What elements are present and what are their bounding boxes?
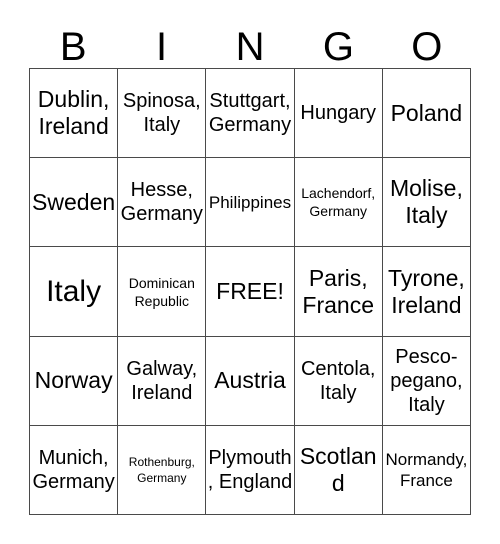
bingo-cell-label: Italy [46,275,102,308]
bingo-row: Norway Galway, Ireland Austria Centola, … [30,336,472,426]
bingo-cell[interactable]: Hungary [294,69,383,159]
bingo-cell-label: Molise, Italy [389,175,463,229]
bingo-cell[interactable]: Dublin, Ireland [30,69,119,159]
bingo-cell-free[interactable]: FREE! [206,247,295,337]
bingo-cell-label: Paris, France [302,264,374,318]
bingo-cell-label: Philippines [208,192,292,212]
bingo-cell[interactable]: Spinosa, Italy [118,69,207,159]
bingo-cell[interactable]: Centola, Italy [294,336,383,426]
bingo-cell[interactable]: Scotland [294,425,383,516]
bingo-cell-label: Hesse, Germany [120,179,203,226]
bingo-cell-label: Galway, Ireland [126,357,198,404]
bingo-cell[interactable]: Plymouth, England [206,425,295,516]
bingo-cell[interactable]: Hesse, Germany [118,158,207,248]
bingo-cell-label: Plymouth, England [207,446,293,493]
bingo-cell[interactable]: Stuttgart, Germany [206,69,295,159]
bingo-cell-label: Spinosa, Italy [122,90,201,137]
bingo-cell-label: Hungary [300,102,377,125]
bingo-cell-label: Rothenburg, Germany [128,454,195,485]
header-letter-b: B [59,25,87,69]
bingo-cell-label: Normandy, France [385,449,468,490]
bingo-cell-label: Dominican Republic [128,274,195,309]
bingo-cell[interactable]: Munich, Germany [30,425,119,516]
bingo-cell-label: Austria [214,367,286,394]
bingo-cell[interactable]: Lachendorf, Germany [294,158,383,248]
bingo-cell-label: Munich, Germany [32,446,115,493]
bingo-cell-label: Norway [34,367,113,394]
bingo-row: Dublin, Ireland Spinosa, Italy Stuttgart… [30,69,472,159]
bingo-grid: Dublin, Ireland Spinosa, Italy Stuttgart… [29,68,472,516]
bingo-cell-label: Dublin, Ireland [37,86,110,140]
bingo-cell-label: Stuttgart, Germany [208,90,292,137]
bingo-cell[interactable]: Norway [30,336,119,426]
bingo-cell[interactable]: Dominican Republic [118,247,207,337]
bingo-cell[interactable]: Molise, Italy [382,158,472,248]
header-letter-o: O [411,25,443,69]
bingo-cell[interactable]: Paris, France [294,247,383,337]
bingo-cell[interactable]: Rothenburg, Germany [118,425,207,516]
bingo-cell[interactable]: Italy [30,247,119,337]
bingo-row: Munich, Germany Rothenburg, Germany Plym… [30,425,472,516]
bingo-cell[interactable]: Tyrone, Ireland [382,247,472,337]
header-letter-n: N [235,25,265,69]
bingo-cell[interactable]: Galway, Ireland [118,336,207,426]
bingo-cell-label: Lachendorf, Germany [301,185,376,220]
bingo-cell[interactable]: Austria [206,336,295,426]
header-letter-g: G [322,25,354,69]
bingo-cell[interactable]: Normandy, France [382,425,472,516]
bingo-cell-label: FREE! [216,278,284,304]
bingo-cell-label: Sweden [32,188,116,215]
bingo-card: B I N G O Dublin, Ireland Spinosa, Italy… [0,0,500,544]
bingo-cell-label: Tyrone, Ireland [388,264,465,318]
bingo-cell[interactable]: Pesco-pegano, Italy [382,336,472,426]
bingo-row: Italy Dominican Republic FREE! Paris, Fr… [30,247,472,337]
bingo-cell[interactable]: Poland [382,69,472,159]
bingo-header: B I N G O [29,14,471,68]
bingo-cell[interactable]: Philippines [206,158,295,248]
bingo-cell-label: Poland [390,99,463,126]
header-letter-i: I [156,25,168,69]
bingo-cell-label: Pesco-pegano, Italy [390,345,463,416]
bingo-cell-label: Scotland [299,442,377,496]
bingo-cell-label: Centola, Italy [300,357,376,404]
bingo-row: Sweden Hesse, Germany Philippines Lachen… [30,158,472,248]
bingo-cell[interactable]: Sweden [30,158,119,248]
